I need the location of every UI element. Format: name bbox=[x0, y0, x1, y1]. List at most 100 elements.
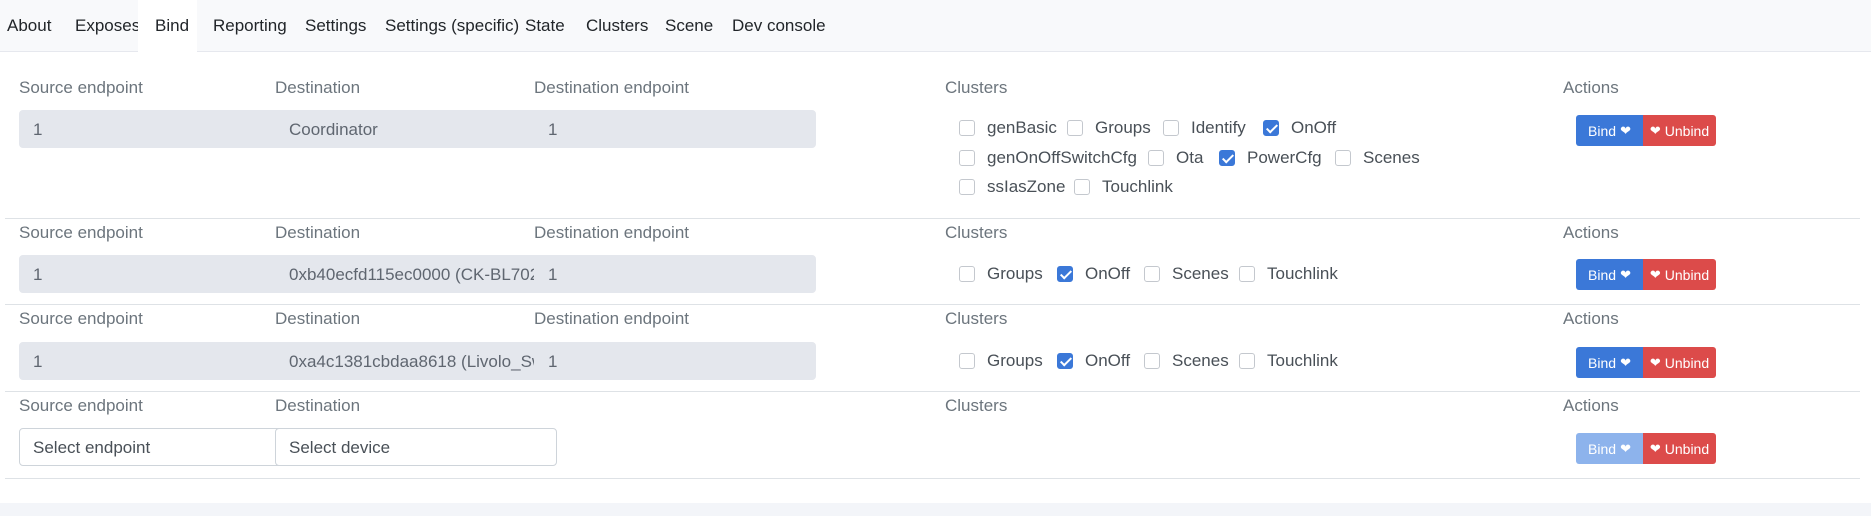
tab-state[interactable]: State bbox=[509, 0, 572, 52]
cluster-checkbox-groups[interactable]: Groups bbox=[959, 263, 1043, 285]
bind-button[interactable]: Bind ❤ bbox=[1576, 115, 1643, 146]
bind-label: Bind bbox=[1588, 266, 1617, 283]
actions-label: Actions bbox=[1563, 396, 1619, 415]
cluster-checkbox-touchlink[interactable]: Touchlink bbox=[1239, 350, 1338, 372]
tab-scene[interactable]: Scene bbox=[651, 0, 717, 52]
destination-endpoint-label: Destination endpoint bbox=[534, 223, 690, 242]
tab-settings[interactable]: Settings bbox=[289, 0, 370, 52]
cluster-checkbox-groups[interactable]: Groups bbox=[959, 350, 1043, 372]
source-endpoint-field[interactable]: 1 bbox=[19, 255, 301, 293]
source-endpoint-field[interactable]: 1 bbox=[19, 110, 301, 148]
cluster-checkbox-genbasic[interactable]: genBasic bbox=[959, 117, 1057, 139]
actions-label: Actions bbox=[1563, 309, 1619, 328]
cluster-name: Groups bbox=[987, 264, 1043, 283]
cluster-checkbox-scenes[interactable]: Scenes bbox=[1144, 350, 1229, 372]
checkbox-box[interactable] bbox=[1239, 353, 1255, 369]
tab-settings-specific[interactable]: Settings (specific) bbox=[370, 0, 519, 52]
unbind-button[interactable]: ❤ Unbind bbox=[1643, 115, 1716, 146]
unbind-button[interactable]: ❤ Unbind bbox=[1643, 259, 1716, 290]
bind-label: Bind bbox=[1588, 354, 1617, 371]
new-binding-row: Source endpoint Destination Clusters Act… bbox=[5, 392, 1860, 479]
cluster-checkbox-touchlink[interactable]: Touchlink bbox=[1074, 176, 1173, 198]
destination-field[interactable]: Coordinator bbox=[275, 110, 557, 148]
cluster-checkbox-ssiaszone[interactable]: ssIasZone bbox=[959, 176, 1065, 198]
source-endpoint-label: Source endpoint bbox=[19, 78, 143, 97]
cluster-name: genOnOffSwitchCfg bbox=[987, 148, 1137, 167]
actions-label: Actions bbox=[1563, 78, 1619, 97]
checkbox-box[interactable] bbox=[959, 120, 975, 136]
cluster-checkbox-powercfg[interactable]: PowerCfg bbox=[1219, 147, 1322, 169]
destination-field[interactable]: 0xa4c1381cbdaa8618 (Livolo_Switc bbox=[275, 342, 557, 380]
checkbox-box-checked[interactable] bbox=[1057, 353, 1073, 369]
bind-button-disabled[interactable]: Bind ❤ bbox=[1576, 433, 1643, 464]
source-endpoint-select[interactable]: Select endpoint bbox=[19, 428, 301, 466]
clusters-label: Clusters bbox=[945, 78, 1008, 97]
cluster-name: PowerCfg bbox=[1247, 148, 1322, 167]
checkbox-box[interactable] bbox=[1239, 266, 1255, 282]
checkbox-box[interactable] bbox=[959, 266, 975, 282]
checkbox-box[interactable] bbox=[959, 179, 975, 195]
bind-label: Bind bbox=[1588, 440, 1617, 457]
actions-label: Actions bbox=[1563, 223, 1619, 242]
checkbox-box[interactable] bbox=[1163, 120, 1179, 136]
checkbox-box[interactable] bbox=[1074, 179, 1090, 195]
destination-endpoint-field[interactable]: 1 bbox=[534, 255, 816, 293]
clusters-label: Clusters bbox=[945, 223, 1008, 242]
cluster-name: Scenes bbox=[1172, 264, 1229, 283]
tab-about[interactable]: About bbox=[0, 0, 58, 52]
bind-button[interactable]: Bind ❤ bbox=[1576, 347, 1643, 378]
destination-endpoint-label: Destination endpoint bbox=[534, 309, 690, 328]
tab-reporting[interactable]: Reporting bbox=[197, 0, 289, 52]
cluster-checkbox-scenes[interactable]: Scenes bbox=[1335, 147, 1420, 169]
tab-bind[interactable]: Bind bbox=[138, 0, 197, 52]
destination-label: Destination bbox=[275, 223, 361, 242]
binding-actions: Bind ❤ ❤ Unbind bbox=[1576, 259, 1716, 290]
checkbox-box-checked[interactable] bbox=[1219, 150, 1235, 166]
cluster-name: genBasic bbox=[987, 118, 1057, 137]
clusters-label: Clusters bbox=[945, 309, 1008, 328]
cluster-name: Identify bbox=[1191, 118, 1246, 137]
destination-endpoint-field[interactable]: 1 bbox=[534, 342, 816, 380]
checkbox-box[interactable] bbox=[1148, 150, 1164, 166]
destination-endpoint-field[interactable]: 1 bbox=[534, 110, 816, 148]
heart-icon: ❤ bbox=[1620, 123, 1631, 138]
unbind-label: Unbind bbox=[1664, 122, 1710, 139]
cluster-name: ssIasZone bbox=[987, 177, 1066, 196]
cluster-checkbox-ota[interactable]: Ota bbox=[1148, 147, 1203, 169]
checkbox-box[interactable] bbox=[1067, 120, 1083, 136]
source-endpoint-field[interactable]: 1 bbox=[19, 342, 301, 380]
checkbox-box[interactable] bbox=[959, 353, 975, 369]
tab-clusters[interactable]: Clusters bbox=[572, 0, 651, 52]
binding-row: Source endpoint Destination Destination … bbox=[5, 219, 1860, 305]
destination-device-select[interactable]: Select device bbox=[275, 428, 557, 466]
bind-button[interactable]: Bind ❤ bbox=[1576, 259, 1643, 290]
unbind-label: Unbind bbox=[1664, 354, 1710, 371]
checkbox-box-checked[interactable] bbox=[1057, 266, 1073, 282]
unbind-label: Unbind bbox=[1664, 266, 1710, 283]
checkbox-box[interactable] bbox=[959, 150, 975, 166]
cluster-checkbox-groups[interactable]: Groups bbox=[1067, 117, 1151, 139]
broken-heart-icon: ❤ bbox=[1649, 355, 1661, 370]
cluster-checkbox-onoff[interactable]: OnOff bbox=[1057, 350, 1130, 372]
tab-exposes[interactable]: Exposes bbox=[58, 0, 140, 52]
unbind-button[interactable]: ❤ Unbind bbox=[1643, 433, 1716, 464]
cluster-name: Scenes bbox=[1363, 148, 1420, 167]
checkbox-box[interactable] bbox=[1144, 266, 1160, 282]
destination-field[interactable]: 0xb40ecfd115ec0000 (CK-BL702-A bbox=[275, 255, 557, 293]
cluster-checkbox-genonoffswitchcfg[interactable]: genOnOffSwitchCfg bbox=[959, 147, 1137, 169]
heart-icon: ❤ bbox=[1620, 441, 1631, 456]
cluster-checkbox-identify[interactable]: Identify bbox=[1163, 117, 1246, 139]
cluster-checkbox-onoff[interactable]: OnOff bbox=[1057, 263, 1130, 285]
checkbox-box-checked[interactable] bbox=[1263, 120, 1279, 136]
unbind-button[interactable]: ❤ Unbind bbox=[1643, 347, 1716, 378]
cluster-name: Touchlink bbox=[1267, 264, 1338, 283]
cluster-checkbox-onoff[interactable]: OnOff bbox=[1263, 117, 1336, 139]
checkbox-box[interactable] bbox=[1144, 353, 1160, 369]
broken-heart-icon: ❤ bbox=[1649, 267, 1661, 282]
binding-actions: Bind ❤ ❤ Unbind bbox=[1576, 347, 1716, 378]
cluster-checkbox-touchlink[interactable]: Touchlink bbox=[1239, 263, 1338, 285]
checkbox-box[interactable] bbox=[1335, 150, 1351, 166]
cluster-name: Ota bbox=[1176, 148, 1204, 167]
cluster-checkbox-scenes[interactable]: Scenes bbox=[1144, 263, 1229, 285]
tab-dev-console[interactable]: Dev console bbox=[717, 0, 827, 52]
